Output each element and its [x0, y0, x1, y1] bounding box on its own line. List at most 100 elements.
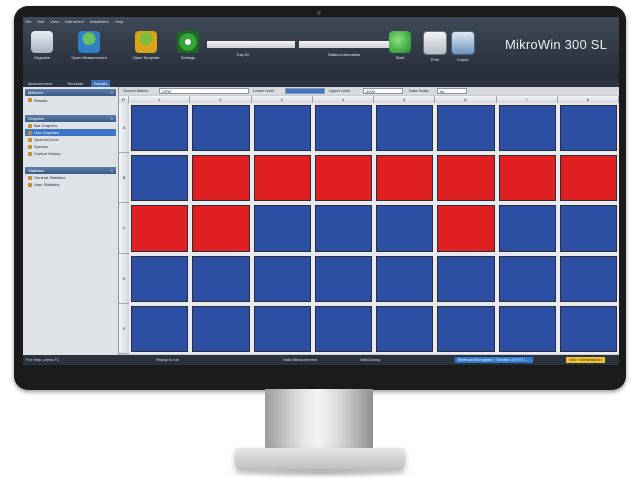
open-measurement-icon [78, 31, 100, 53]
column-header[interactable]: 1 [129, 96, 191, 103]
tab-results[interactable]: Results [91, 80, 111, 87]
tab-measurement[interactable]: Measurement [25, 80, 55, 87]
sidebar-item-user-statistics[interactable]: User Statistics [25, 181, 116, 188]
matrices-header[interactable]: Matrices ˄ [25, 89, 116, 96]
plate-well[interactable] [437, 305, 495, 352]
matrices-section: Matrices ˄ Results [25, 89, 116, 105]
plate-well[interactable] [253, 155, 311, 202]
plate-well[interactable] [192, 155, 250, 202]
menu-edit[interactable]: Edit [37, 18, 44, 26]
plate-well[interactable] [131, 105, 189, 152]
plate-well[interactable] [437, 105, 495, 152]
plate-well[interactable] [253, 255, 311, 302]
plate-well[interactable] [559, 255, 617, 302]
column-header[interactable]: 8 [557, 96, 619, 103]
plate-well[interactable] [253, 205, 311, 252]
source-matrix-select[interactable]: CPM [159, 88, 249, 94]
plate-well[interactable] [253, 305, 311, 352]
graphics-header[interactable]: Graphics ˄ [25, 115, 116, 122]
plate-well[interactable] [559, 205, 617, 252]
settings-button[interactable]: Settings [173, 27, 203, 69]
plate-well[interactable] [376, 155, 434, 202]
sidebar-item-general-statistics[interactable]: General Statistics [25, 174, 116, 181]
plate-well[interactable] [437, 255, 495, 302]
plate-well[interactable] [314, 205, 372, 252]
sidebar-item-quenchcurve[interactable]: QuenchCurve [25, 136, 116, 143]
lower-limit-input[interactable] [285, 88, 325, 94]
plate-well[interactable] [192, 105, 250, 152]
plate-well[interactable] [376, 255, 434, 302]
start-button[interactable]: Start [385, 27, 415, 69]
collapse-icon[interactable]: ˄ [111, 115, 113, 122]
plate-well[interactable] [559, 105, 617, 152]
plate-well[interactable] [559, 305, 617, 352]
row-header[interactable]: B [119, 153, 129, 204]
column-header[interactable]: 4 [312, 96, 374, 103]
menu-instrument[interactable]: Instrument [65, 18, 84, 26]
column-header[interactable]: 5 [374, 96, 436, 103]
upper-limit-input[interactable]: 4000 [363, 88, 403, 94]
column-header[interactable]: 2 [190, 96, 252, 103]
plate-well[interactable] [192, 205, 250, 252]
row-header[interactable]: D [119, 253, 129, 304]
column-header[interactable]: 3 [251, 96, 313, 103]
monitor-stand-base [235, 448, 405, 470]
menu-file[interactable]: File [25, 18, 31, 26]
plate-well[interactable] [437, 155, 495, 202]
open-measurement-button[interactable]: Open Measurement [69, 27, 109, 69]
stand-shadow [220, 468, 420, 478]
plate-matrix: R12345678 ABCDE [119, 96, 619, 354]
plate-well[interactable] [192, 305, 250, 352]
plate-well[interactable] [498, 255, 556, 302]
menu-help[interactable]: Help [115, 18, 123, 26]
plate-well[interactable] [131, 305, 189, 352]
plate-well[interactable] [131, 205, 189, 252]
sidebar-item-bar-graphics[interactable]: Bar Graphics [25, 122, 116, 129]
plate-well[interactable] [314, 255, 372, 302]
collapse-icon[interactable]: ˄ [111, 167, 113, 174]
menu-installation[interactable]: Installation [90, 18, 109, 26]
plate-well[interactable] [498, 305, 556, 352]
column-header[interactable]: 6 [435, 96, 497, 103]
print-button[interactable]: Print [420, 27, 450, 69]
plate-well[interactable] [253, 105, 311, 152]
plate-well[interactable] [131, 155, 189, 202]
plate-well[interactable] [498, 105, 556, 152]
plate-well[interactable] [498, 155, 556, 202]
plate-well[interactable] [376, 105, 434, 152]
start-label: Start [395, 55, 405, 60]
statistics-header[interactable]: Statistics ˄ [25, 167, 116, 174]
menu-view[interactable]: View [50, 18, 59, 26]
matrices-title: Matrices [28, 90, 44, 95]
sidebar-item-control-history[interactable]: Control History [25, 150, 116, 157]
plate-well[interactable] [376, 205, 434, 252]
tab-template[interactable]: Template [64, 80, 86, 87]
open-template-icon [135, 31, 157, 53]
plate-well[interactable] [559, 155, 617, 202]
plate-well[interactable] [131, 255, 189, 302]
ribbon: File Edit View Instrument Installation H… [23, 17, 619, 79]
plate-well[interactable] [192, 255, 250, 302]
organize-button[interactable]: Organize [27, 27, 57, 69]
plate-well[interactable] [314, 155, 372, 202]
sidebar-item-spectra[interactable]: Spectra [25, 143, 116, 150]
collapse-icon[interactable]: ˄ [111, 89, 113, 96]
sidebar-item-line-graphics[interactable]: Line Graphics [25, 129, 116, 136]
data-scale-select[interactable]: lin. [437, 88, 467, 94]
row-header[interactable]: A [119, 103, 129, 154]
plate-well[interactable] [437, 205, 495, 252]
row-header[interactable]: E [119, 303, 129, 354]
column-header[interactable]: 7 [496, 96, 558, 103]
plate-well[interactable] [498, 205, 556, 252]
tray-id-field[interactable] [207, 41, 295, 48]
graphics-section: Graphics ˄ Bar Graphics Line Graphics Que… [25, 115, 116, 157]
plate-well[interactable] [314, 105, 372, 152]
plate-well[interactable] [314, 305, 372, 352]
open-template-button[interactable]: Open Template [126, 27, 166, 69]
statistics-title: Statistics [28, 168, 45, 173]
row-header[interactable]: C [119, 203, 129, 254]
sidebar-item-results[interactable]: Results [25, 96, 116, 105]
export-button[interactable]: Export [448, 27, 478, 69]
menu-bar: File Edit View Instrument Installation H… [25, 18, 123, 26]
plate-well[interactable] [376, 305, 434, 352]
